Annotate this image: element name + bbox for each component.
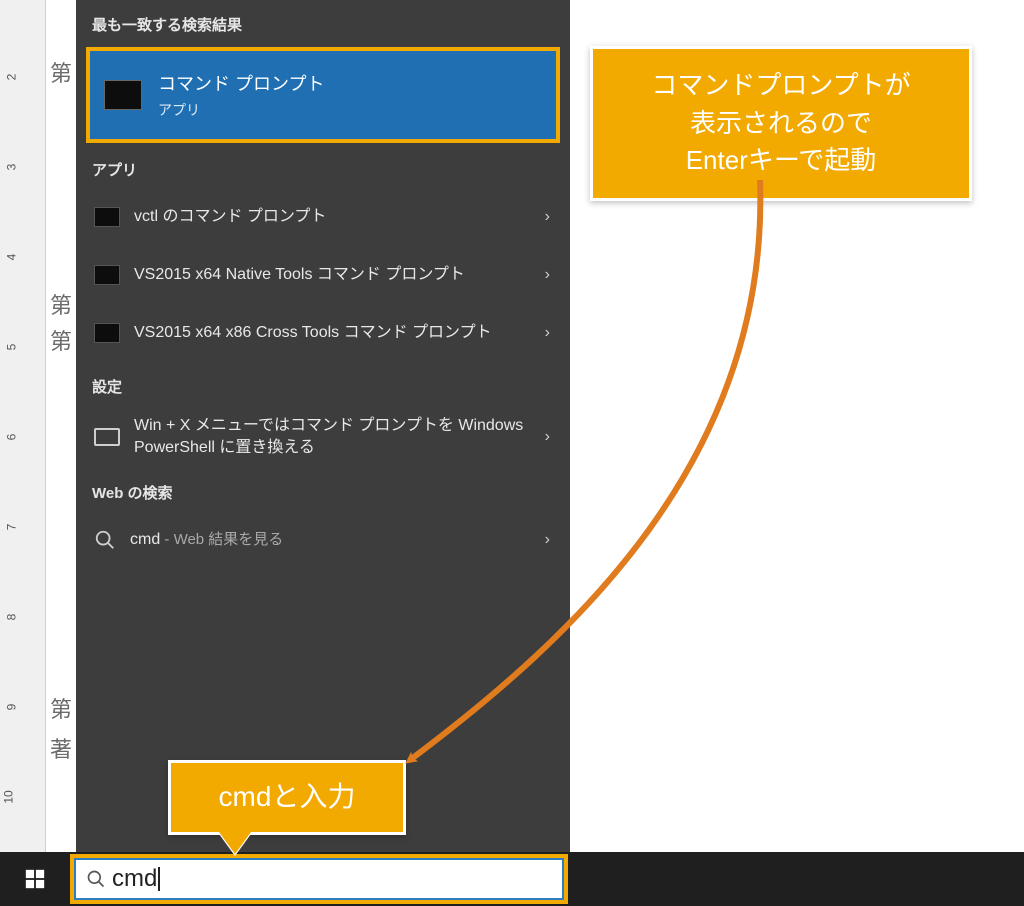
section-web: Web の検索 bbox=[76, 468, 570, 511]
best-match-result[interactable]: コマンド プロンプト アプリ bbox=[90, 51, 556, 139]
doc-heading: 著 bbox=[50, 732, 72, 764]
web-result-label: cmd - Web 結果を見る bbox=[130, 529, 531, 551]
web-result-cmd[interactable]: cmd - Web 結果を見る › bbox=[76, 511, 570, 569]
chevron-right-icon[interactable]: › bbox=[545, 531, 552, 549]
settings-result-label: Win + X メニューではコマンド プロンプトを Windows PowerS… bbox=[134, 415, 531, 458]
best-match-title: コマンド プロンプト bbox=[158, 70, 324, 96]
app-result-vctl[interactable]: vctl のコマンド プロンプト › bbox=[76, 188, 570, 246]
settings-result-winx-powershell[interactable]: Win + X メニューではコマンド プロンプトを Windows PowerS… bbox=[76, 405, 570, 468]
doc-heading: 第 bbox=[50, 692, 72, 724]
cmd-icon bbox=[94, 265, 120, 285]
taskbar-search-highlight-box: cmd bbox=[70, 854, 568, 904]
start-search-panel: 最も一致する検索結果 コマンド プロンプト アプリ アプリ vctl のコマンド… bbox=[76, 0, 570, 852]
app-result-vs2015-x64-x86-cross[interactable]: VS2015 x64 x86 Cross Tools コマンド プロンプト › bbox=[76, 304, 570, 362]
ruler-tick-label: 6 bbox=[5, 434, 19, 441]
taskbar-search-value: cmd bbox=[112, 867, 160, 891]
ruler-tick-label: 9 bbox=[5, 704, 19, 711]
ruler-tick-label: 4 bbox=[5, 254, 19, 261]
chevron-right-icon[interactable]: › bbox=[545, 324, 552, 342]
section-settings: 設定 bbox=[76, 362, 570, 405]
annotation-balloon-enter: コマンドプロンプトが 表示されるので Enterキーで起動 bbox=[590, 46, 972, 201]
best-match-highlight-box: コマンド プロンプト アプリ bbox=[86, 47, 560, 143]
doc-heading: 第 bbox=[50, 324, 72, 356]
taskbar-search-input[interactable]: cmd bbox=[74, 858, 564, 900]
section-apps: アプリ bbox=[76, 153, 570, 188]
web-result-term: cmd bbox=[130, 531, 160, 548]
app-result-label: VS2015 x64 Native Tools コマンド プロンプト bbox=[134, 264, 531, 286]
cmd-icon bbox=[94, 323, 120, 343]
web-result-suffix: - Web 結果を見る bbox=[160, 531, 283, 548]
chevron-right-icon[interactable]: › bbox=[545, 266, 552, 284]
ruler-tick-label: 7 bbox=[5, 524, 19, 531]
ruler-tick-label: 8 bbox=[5, 614, 19, 621]
annotation-line: cmdと入力 bbox=[219, 781, 356, 812]
search-icon bbox=[94, 529, 116, 551]
ruler-tick-label: 5 bbox=[5, 344, 19, 351]
chevron-right-icon[interactable]: › bbox=[545, 428, 552, 446]
vertical-ruler: 2 3 4 5 6 7 8 9 10 bbox=[0, 0, 46, 852]
taskbar: cmd bbox=[0, 852, 1024, 906]
windows-icon bbox=[24, 868, 46, 890]
annotation-line: 表示されるので bbox=[621, 105, 941, 143]
best-match-subtitle: アプリ bbox=[158, 100, 324, 120]
app-result-vs2015-x64-native[interactable]: VS2015 x64 Native Tools コマンド プロンプト › bbox=[76, 246, 570, 304]
doc-heading: 第 bbox=[50, 56, 72, 88]
document-heading-strip: 第 第 第 第 著 bbox=[46, 0, 78, 852]
app-result-label: vctl のコマンド プロンプト bbox=[134, 206, 531, 228]
ruler-tick-label: 3 bbox=[5, 164, 19, 171]
search-icon bbox=[86, 869, 106, 889]
monitor-icon bbox=[94, 428, 120, 446]
annotation-line: Enterキーで起動 bbox=[621, 142, 941, 180]
cmd-icon bbox=[94, 207, 120, 227]
annotation-line: コマンドプロンプトが bbox=[621, 67, 941, 105]
doc-heading: 第 bbox=[50, 288, 72, 320]
ruler-tick-label: 2 bbox=[5, 74, 19, 81]
annotation-balloon-type-cmd: cmdと入力 bbox=[168, 760, 406, 835]
ruler-tick-label: 10 bbox=[1, 790, 15, 803]
section-best-match: 最も一致する検索結果 bbox=[76, 0, 570, 43]
cmd-icon bbox=[104, 80, 142, 110]
start-button[interactable] bbox=[0, 852, 70, 906]
chevron-right-icon[interactable]: › bbox=[545, 208, 552, 226]
app-result-label: VS2015 x64 x86 Cross Tools コマンド プロンプト bbox=[134, 322, 531, 344]
